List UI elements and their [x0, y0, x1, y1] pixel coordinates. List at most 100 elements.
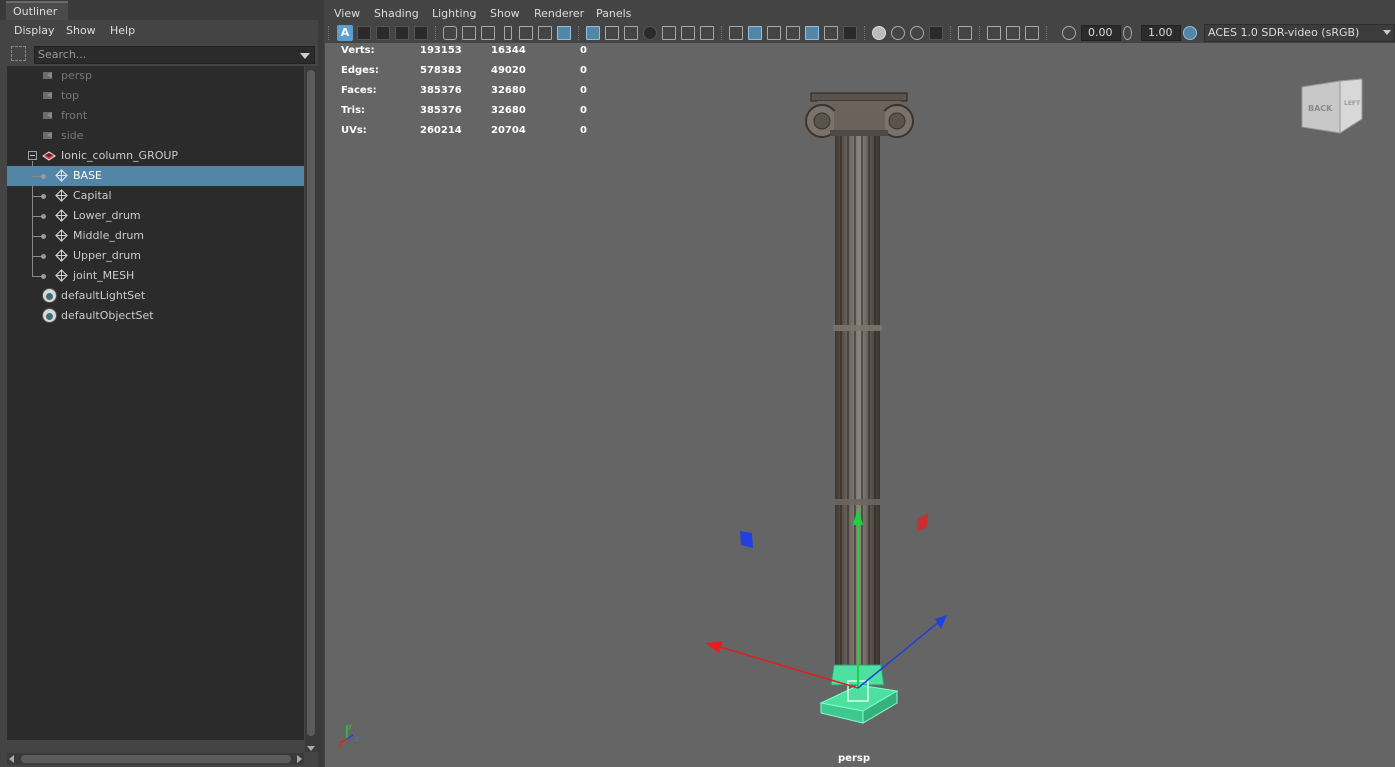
panel-divider[interactable]: [318, 0, 324, 767]
camera-attributes-icon[interactable]: [481, 26, 495, 40]
text-overlay-icon[interactable]: [700, 26, 714, 40]
depth-of-field-icon[interactable]: [929, 26, 943, 40]
search-input[interactable]: Search...: [34, 46, 315, 64]
list-item-label: side: [61, 129, 84, 142]
scrollbar-thumb[interactable]: [307, 70, 315, 736]
bookmark-icon[interactable]: [504, 26, 512, 40]
gate-mask-icon[interactable]: [624, 26, 638, 40]
list-item-side[interactable]: side: [7, 126, 304, 146]
camera-icon: [43, 112, 52, 119]
shadows-icon[interactable]: [843, 26, 857, 40]
grease-pencil-icon[interactable]: [538, 26, 552, 40]
film-gate-icon[interactable]: [557, 26, 571, 40]
lock-camera-icon[interactable]: [462, 26, 476, 40]
search-placeholder: Search...: [38, 48, 87, 61]
hud-components: 0: [580, 125, 587, 136]
menu-lighting[interactable]: Lighting: [432, 7, 476, 20]
scroll-down-icon[interactable]: [307, 746, 315, 751]
outliner-vertical-scrollbar[interactable]: [305, 66, 318, 752]
outliner-tree: persp top front side Ionic_column_GROUP: [7, 66, 304, 740]
chevron-down-icon[interactable]: [1383, 30, 1391, 35]
use-all-lights-icon[interactable]: [824, 26, 838, 40]
menu-renderer[interactable]: Renderer: [534, 7, 584, 20]
viewport-persp[interactable]: Verts: 193153 16344 0 Edges: 578383 4902…: [325, 43, 1395, 767]
wireframe-icon[interactable]: [729, 26, 743, 40]
list-item-joint-mesh[interactable]: joint_MESH: [7, 266, 304, 286]
collapse-icon[interactable]: [28, 151, 37, 160]
resolution-gate-icon[interactable]: [605, 26, 619, 40]
tree-connector: [32, 216, 41, 217]
color-management-icon[interactable]: [1183, 26, 1197, 40]
wireframe-on-shaded-icon[interactable]: [786, 26, 800, 40]
list-item-top[interactable]: top: [7, 86, 304, 106]
xray-joints-icon[interactable]: [1025, 26, 1039, 40]
field-chart-icon[interactable]: [643, 26, 657, 40]
move-manipulator[interactable]: [705, 507, 947, 689]
list-item-default-light-set[interactable]: defaultLightSet: [7, 286, 304, 306]
tree-connector: [32, 236, 41, 237]
list-item-persp[interactable]: persp: [7, 66, 304, 86]
bookmark-icon[interactable]: [376, 26, 390, 40]
camera-attributes-icon[interactable]: [357, 26, 371, 40]
hud-row-tris: Tris: 385376 32680 0: [341, 103, 641, 123]
menu-show[interactable]: Show: [66, 24, 96, 37]
list-item-front[interactable]: front: [7, 106, 304, 126]
outliner-search-row: Search...: [0, 45, 318, 65]
outliner-horizontal-scrollbar[interactable]: [7, 753, 304, 765]
list-item-lower-drum[interactable]: Lower_drum: [7, 206, 304, 226]
tab-outliner[interactable]: Outliner: [6, 1, 68, 20]
motion-blur-icon[interactable]: [891, 26, 905, 40]
list-item-ionic-column-group[interactable]: Ionic_column_GROUP: [7, 146, 304, 166]
scrollbar-thumb[interactable]: [21, 755, 291, 763]
camera-icon[interactable]: [443, 26, 457, 40]
menu-display[interactable]: Display: [14, 24, 55, 37]
default-material-icon[interactable]: [767, 26, 781, 40]
screen-space-ao-icon[interactable]: [872, 26, 886, 40]
chevron-down-icon[interactable]: [300, 53, 310, 59]
viewport-toolbar: A 0.00 1.00 ACES 1.0 SDR-video (sRGB): [325, 23, 1395, 43]
tree-connector: [32, 196, 41, 197]
mesh-icon: [55, 269, 68, 282]
viewcube[interactable]: BACK LEFT: [1300, 75, 1365, 137]
exposure-icon[interactable]: [1062, 26, 1076, 40]
gamma-field[interactable]: 1.00: [1141, 25, 1181, 41]
filter-icon[interactable]: [11, 46, 26, 61]
menu-panels[interactable]: Panels: [596, 7, 631, 20]
gamma-icon[interactable]: [1123, 26, 1132, 40]
color-space-dropdown[interactable]: ACES 1.0 SDR-video (sRGB): [1204, 24, 1395, 42]
2d-pan-zoom-icon[interactable]: [414, 26, 428, 40]
mesh-icon: [55, 249, 68, 262]
list-item-base[interactable]: BASE: [7, 166, 304, 186]
smooth-shade-icon[interactable]: [748, 26, 762, 40]
list-item-default-object-set[interactable]: defaultObjectSet: [7, 306, 304, 326]
menu-help[interactable]: Help: [110, 24, 135, 37]
camera-name-label: persp: [838, 753, 870, 764]
column-capital[interactable]: [805, 92, 914, 138]
grid-icon[interactable]: [586, 26, 600, 40]
menu-show[interactable]: Show: [490, 7, 520, 20]
viewcube-back-face: BACK: [1308, 104, 1333, 113]
safe-action-icon[interactable]: [662, 26, 676, 40]
scroll-right-icon[interactable]: [297, 755, 302, 763]
exposure-field[interactable]: 0.00: [1081, 25, 1121, 41]
scroll-left-icon[interactable]: [9, 755, 14, 763]
menu-shading[interactable]: Shading: [374, 7, 419, 20]
image-plane-icon[interactable]: [395, 26, 409, 40]
menu-view[interactable]: View: [334, 7, 360, 20]
tree-node-dot: [41, 234, 46, 239]
list-item-middle-drum[interactable]: Middle_drum: [7, 226, 304, 246]
textured-icon[interactable]: [805, 26, 819, 40]
image-plane-icon[interactable]: [519, 26, 533, 40]
select-camera-icon[interactable]: A: [337, 25, 353, 41]
multisample-aa-icon[interactable]: [910, 26, 924, 40]
hud-label: Tris:: [341, 105, 366, 116]
hud-total: 260214: [420, 125, 462, 136]
scene-canvas[interactable]: [325, 43, 1395, 767]
list-item-capital[interactable]: Capital: [7, 186, 304, 206]
xray-active-icon[interactable]: [1006, 26, 1020, 40]
safe-title-icon[interactable]: [681, 26, 695, 40]
list-item-upper-drum[interactable]: Upper_drum: [7, 246, 304, 266]
camera-icon: [43, 92, 52, 99]
isolate-select-icon[interactable]: [958, 26, 972, 40]
xray-icon[interactable]: [987, 26, 1001, 40]
